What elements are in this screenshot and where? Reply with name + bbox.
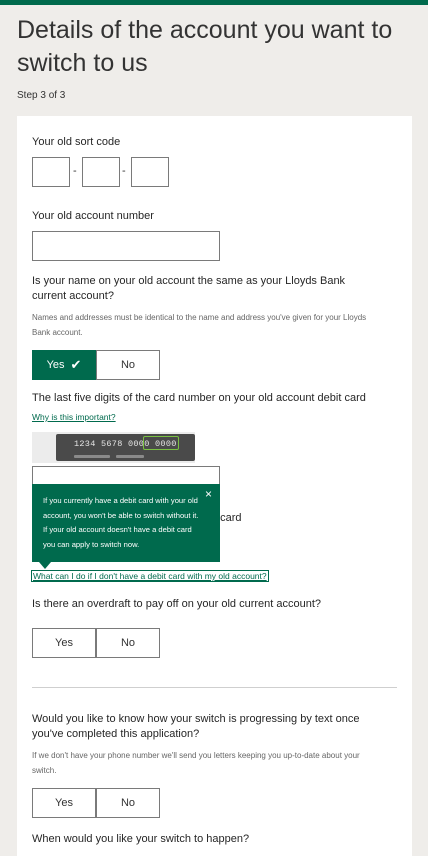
account-number-label: Your old account number <box>32 210 154 222</box>
sort-code-field-3[interactable] <box>131 157 169 187</box>
step-indicator: Step 3 of 3 <box>17 90 66 101</box>
debit-card-label: The last five digits of the card number … <box>32 392 366 404</box>
last-five-digits-field[interactable] <box>32 466 220 486</box>
why-important-link[interactable]: Why is this important? <box>32 412 116 422</box>
same-name-yes-button[interactable]: Yes ✔ <box>32 350 96 380</box>
check-icon: ✔ <box>70 357 82 372</box>
sort-code-separator: - <box>122 165 126 177</box>
yes-label: Yes <box>46 359 65 371</box>
section-divider <box>32 687 397 688</box>
same-name-hint: Names and addresses must be identical to… <box>32 313 367 337</box>
no-label: No <box>120 797 136 809</box>
no-label: No <box>120 359 136 371</box>
account-number-field[interactable] <box>32 231 220 261</box>
brand-top-bar <box>0 0 428 5</box>
no-label: No <box>120 637 136 649</box>
close-icon[interactable]: × <box>205 487 212 502</box>
sort-code-separator: - <box>73 165 77 177</box>
text-updates-no-button[interactable]: No <box>96 788 160 818</box>
tooltip-text: If you currently have a debit card with … <box>43 496 199 549</box>
card-strip: 1234 5678 0000 0000 <box>56 434 195 461</box>
sort-code-field-2[interactable] <box>82 157 120 187</box>
debit-card-tooltip: × If you currently have a debit card wit… <box>32 484 220 569</box>
text-updates-question: Would you like to know how your switch i… <box>32 713 360 740</box>
sort-code-label: Your old sort code <box>32 136 121 148</box>
text-updates-yes-button[interactable]: Yes <box>32 788 96 818</box>
same-name-no-button[interactable]: No <box>96 350 160 380</box>
tooltip-arrow <box>39 562 51 569</box>
no-debit-card-link[interactable]: What can I do if I don't have a debit ca… <box>31 570 269 582</box>
yes-label: Yes <box>55 637 73 649</box>
sort-code-field-1[interactable] <box>32 157 70 187</box>
same-name-question: Is your name on your old account the sam… <box>32 275 346 302</box>
overdraft-yes-button[interactable]: Yes <box>32 628 96 658</box>
text-updates-hint: If we don't have your phone number we'll… <box>32 751 360 775</box>
last-digits-highlight <box>143 436 179 450</box>
overdraft-no-button[interactable]: No <box>96 628 160 658</box>
page-title: Details of the account you want to switc… <box>17 16 393 77</box>
yes-label: Yes <box>55 797 73 809</box>
card-detail-bar <box>74 455 110 458</box>
card-detail-bar <box>116 455 144 458</box>
overdraft-question: Is there an overdraft to pay off on your… <box>32 598 322 610</box>
debit-card-illustration: 1234 5678 0000 0000 <box>32 432 195 463</box>
